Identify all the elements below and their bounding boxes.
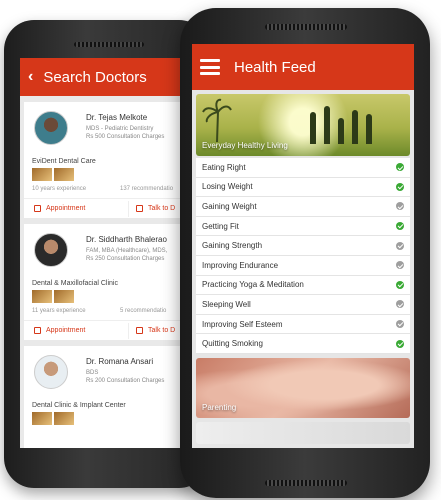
phone-speaker [74, 42, 144, 47]
doctor-avatar [34, 355, 68, 389]
topic-item[interactable]: Quitting Smoking [196, 334, 410, 354]
topic-item[interactable]: Practicing Yoga & Meditation [196, 276, 410, 296]
topic-label: Eating Right [202, 162, 246, 172]
topic-item[interactable]: Gaining Weight [196, 197, 410, 217]
topic-label: Improving Endurance [202, 260, 279, 270]
doctor-avatar [34, 111, 68, 145]
clinic-photo[interactable] [54, 168, 74, 181]
palm-tree-icon [202, 98, 232, 142]
recommendations: 5 recommendatio [120, 308, 167, 314]
phone-speaker [265, 480, 347, 486]
calendar-icon [34, 327, 41, 334]
phone-search-doctors: ‹ Search Doctors Dr. Tejas Melkote MDS -… [4, 20, 209, 488]
clinic-name: EviDent Dental Care [32, 158, 96, 165]
topic-item[interactable]: Sleeping Well [196, 295, 410, 315]
topic-item[interactable]: Getting Fit [196, 217, 410, 237]
app-bar: Health Feed [192, 44, 414, 90]
clinic-photo[interactable] [54, 412, 74, 425]
doctor-card[interactable]: Dr. Tejas Melkote MDS - Pediatric Dentis… [24, 102, 191, 218]
talk-to-doctor-button[interactable]: Talk to D [136, 327, 175, 334]
healthy-living-banner[interactable]: Everyday Healthy Living [196, 94, 410, 156]
clinic-photos[interactable] [32, 412, 74, 425]
doctor-name: Dr. Romana Ansari [86, 357, 154, 366]
doctor-actions: Appointment Talk to D [24, 198, 191, 218]
recommendations: 137 recommendatio [120, 186, 174, 192]
check-icon[interactable] [396, 182, 404, 191]
check-icon[interactable] [396, 202, 404, 211]
topic-item[interactable]: Improving Endurance [196, 256, 410, 276]
doctor-name: Dr. Siddharth Bhalerao [86, 235, 167, 244]
topic-item[interactable]: Improving Self Esteem [196, 315, 410, 335]
chat-icon [136, 205, 143, 212]
topic-label: Improving Self Esteem [202, 319, 283, 329]
check-icon[interactable] [396, 320, 404, 329]
parenting-banner[interactable]: Parenting [196, 357, 410, 418]
doctor-fee: Rs 200 Consultation Charges [86, 378, 165, 384]
topic-item[interactable]: Gaining Strength [196, 236, 410, 256]
topic-label: Getting Fit [202, 221, 239, 231]
topic-list: Eating Right Losing Weight Gaining Weigh… [196, 158, 410, 354]
chat-icon [136, 327, 143, 334]
talk-label: Talk to D [148, 205, 176, 212]
check-icon[interactable] [396, 300, 404, 309]
clinic-photo[interactable] [32, 168, 52, 181]
search-doctors-screen: ‹ Search Doctors Dr. Tejas Melkote MDS -… [20, 58, 195, 448]
doctor-name: Dr. Tejas Melkote [86, 113, 148, 122]
banner-caption: Everyday Healthy Living [202, 141, 288, 150]
clinic-name: Dental & Maxillofacial Clinic [32, 280, 118, 287]
app-bar: ‹ Search Doctors [20, 58, 195, 96]
appointment-button[interactable]: Appointment [34, 205, 85, 212]
talk-label: Talk to D [148, 327, 176, 334]
divider [128, 201, 129, 217]
back-arrow-icon[interactable]: ‹ [28, 68, 33, 86]
health-feed-screen: Health Feed Everyday Healthy Living Eati… [192, 44, 414, 448]
clinic-photo[interactable] [32, 412, 52, 425]
topic-label: Sleeping Well [202, 299, 251, 309]
check-icon[interactable] [396, 241, 404, 250]
doctor-qualification: BDS [86, 370, 99, 376]
topic-label: Gaining Weight [202, 201, 257, 211]
banner-caption: Parenting [202, 402, 237, 412]
divider [128, 323, 129, 339]
doctor-qualification: MDS - Pediatric Dentistry [86, 126, 154, 132]
clinic-photo[interactable] [54, 290, 74, 303]
doctor-actions: Appointment Talk to D [24, 320, 191, 340]
clinic-name: Dental Clinic & Implant Center [32, 402, 126, 409]
next-banner[interactable] [196, 421, 410, 444]
doctor-card[interactable]: Dr. Romana Ansari BDS Rs 200 Consultatio… [24, 346, 191, 448]
topic-label: Losing Weight [202, 182, 253, 192]
appointment-button[interactable]: Appointment [34, 327, 85, 334]
page-title: Search Doctors [43, 68, 147, 86]
doctor-qualification: FAM, MBA (Healthcare), MDS, [86, 248, 168, 254]
clinic-photo[interactable] [32, 290, 52, 303]
topic-item[interactable]: Losing Weight [196, 178, 410, 198]
clinic-photos[interactable] [32, 168, 74, 181]
topic-label: Gaining Strength [202, 241, 263, 251]
check-icon[interactable] [396, 163, 404, 172]
phone-health-feed: Health Feed Everyday Healthy Living Eati… [180, 8, 430, 498]
doctor-avatar [34, 233, 68, 267]
topic-label: Practicing Yoga & Meditation [202, 280, 304, 290]
check-icon[interactable] [396, 280, 404, 289]
topic-item[interactable]: Eating Right [196, 158, 410, 178]
experience: 11 years experience [32, 308, 86, 314]
calendar-icon [34, 205, 41, 212]
phone-speaker [265, 24, 347, 30]
doctor-fee: Rs 250 Consultation Charges [86, 256, 165, 262]
doctor-fee: Rs 500 Consultation Charges [86, 134, 165, 140]
talk-to-doctor-button[interactable]: Talk to D [136, 205, 175, 212]
app-showcase: ‹ Search Doctors Dr. Tejas Melkote MDS -… [0, 0, 441, 500]
page-title: Health Feed [234, 58, 316, 76]
topic-label: Quitting Smoking [202, 339, 263, 349]
family-silhouette-icon [308, 102, 376, 144]
appointment-label: Appointment [46, 205, 86, 212]
hamburger-menu-icon[interactable] [200, 59, 220, 75]
experience: 10 years experience [32, 186, 87, 192]
doctor-card[interactable]: Dr. Siddharth Bhalerao FAM, MBA (Healthc… [24, 224, 191, 340]
appointment-label: Appointment [46, 327, 86, 334]
check-icon[interactable] [396, 222, 404, 231]
check-icon[interactable] [396, 261, 404, 270]
check-icon[interactable] [396, 339, 404, 348]
clinic-photos[interactable] [32, 290, 74, 303]
